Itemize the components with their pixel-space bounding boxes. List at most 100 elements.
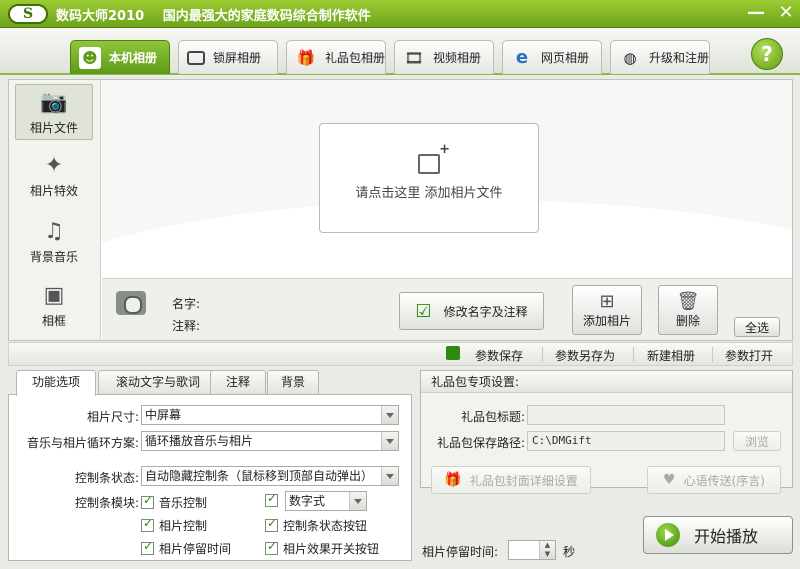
checkbox-checked (141, 516, 154, 532)
tab-scroll-text-lyrics[interactable]: 滚动文字与歌词 (98, 370, 218, 394)
loop-scheme-select[interactable]: 循环播放音乐与相片 (141, 431, 399, 451)
delete-label: 删除 (675, 314, 700, 328)
spinner-arrows-icon[interactable]: ▲ ▼ (539, 541, 555, 559)
nav-label: 背景音乐 (29, 250, 78, 264)
gift-icon: 🎁 (296, 48, 316, 67)
checkbox-label: 相片控制 (159, 519, 208, 533)
nav-item-frame[interactable]: ▣ 相框 (15, 278, 93, 334)
checkbox-checked (141, 493, 154, 509)
tab-upgrade-register[interactable]: ◍ 升级和注册 (610, 40, 710, 74)
chevron-down-icon (381, 467, 398, 485)
add-photo-dropzone[interactable]: 请点击这里 添加相片文件 (319, 123, 539, 233)
edit-icon: ☑ (415, 300, 432, 322)
loop-scheme-label: 音乐与相片循环方案: (26, 436, 139, 450)
status-button-checkbox[interactable]: 控制条状态按钮 (265, 516, 367, 534)
tab-function-options[interactable]: 功能选项 (16, 370, 96, 396)
checkbox-checked (265, 516, 278, 532)
film-icon: 🎞 (404, 48, 424, 67)
help-button[interactable]: ? (751, 38, 783, 70)
new-album-button[interactable]: 新建相册 (647, 347, 695, 364)
checkbox-checked (265, 539, 278, 555)
gift-cover-settings-button[interactable]: 🎁 礼品包封面详细设置 (431, 466, 591, 494)
chevron-down-icon (349, 492, 366, 510)
nav-label: 相片文件 (29, 121, 78, 135)
tab-gift-album[interactable]: 🎁 礼品包相册 (286, 40, 386, 74)
photo-size-select[interactable]: 中屏幕 (141, 405, 399, 425)
photo-stay-time-checkbox[interactable]: 相片停留时间 (141, 539, 232, 557)
browse-button[interactable]: 浏览 (733, 431, 781, 451)
nav-item-photo-files[interactable]: 📷 相片文件 (15, 84, 93, 140)
gift-title-label: 礼品包标题: (460, 410, 525, 424)
music-control-checkbox[interactable]: 音乐控制 (141, 493, 207, 511)
tab-notes[interactable]: 注释 (210, 370, 266, 394)
number-style-select[interactable]: 数字式 (285, 491, 367, 511)
number-style-checkbox[interactable] (265, 491, 283, 507)
control-status-value: 自动隐藏控制条（鼠标移到顶部自动弹出） (145, 469, 374, 483)
gift-settings-header: 礼品包专项设置: (421, 371, 792, 393)
title-bar: S 数码大师2010 国内最强大的家庭数码综合制作软件 — ✕ (0, 0, 800, 28)
tab-label: 礼品包相册 (324, 51, 385, 65)
photo-size-label: 相片尺寸: (86, 410, 139, 424)
effect-toggle-checkbox[interactable]: 相片效果开关按钮 (265, 539, 380, 557)
gift-title-input[interactable] (527, 405, 725, 425)
edit-name-label: 修改名字及注释 (443, 304, 528, 319)
frame-icon: ▣ (43, 282, 65, 308)
toolbar-divider (542, 347, 543, 362)
select-all-button[interactable]: 全选 (734, 317, 780, 337)
play-icon (656, 523, 680, 547)
checkbox-label: 相片效果开关按钮 (283, 542, 380, 556)
number-style-value: 数字式 (289, 494, 326, 508)
dropzone-text: 请点击这里 添加相片文件 (355, 186, 503, 201)
nav-label: 相片特效 (29, 184, 78, 198)
tab-web-album[interactable]: e 网页相册 (502, 40, 602, 74)
stay-time-spinner[interactable]: ▲ ▼ (508, 540, 556, 560)
gift-path-input[interactable]: C:\DMGift (527, 431, 725, 451)
seconds-unit: 秒 (563, 545, 576, 559)
app-name: 数码大师2010 (56, 9, 145, 24)
tab-video-album[interactable]: 🎞 视频相册 (394, 40, 494, 74)
save-as-button[interactable]: 参数另存为 (555, 347, 615, 364)
photo-control-checkbox[interactable]: 相片控制 (141, 516, 208, 534)
add-photo-button[interactable]: ⊞ 添加相片 (572, 285, 642, 335)
tab-lockscreen-album[interactable]: 锁屏相册 (178, 40, 278, 74)
toolbar-divider (712, 347, 713, 362)
add-photo-icon (418, 142, 450, 174)
photo-info-bar: 名字: 注释: ☑ 修改名字及注释 ⊞ 添加相片 🗑 删除 全选 (102, 278, 792, 340)
app-logo: S (8, 4, 48, 24)
nav-item-background-music[interactable]: ♫ 背景音乐 (15, 214, 93, 270)
checkbox-checked (141, 539, 154, 555)
tab-label: 升级和注册 (648, 51, 709, 65)
stay-time-label: 相片停留时间: (422, 545, 499, 559)
person-photo-icon: ☻ (79, 46, 101, 69)
add-photo-label: 添加相片 (582, 314, 631, 328)
tab-background[interactable]: 背景 (267, 370, 319, 394)
message-send-button[interactable]: ♥ 心语传送(序言) (647, 466, 781, 494)
note-label: 注释: (172, 319, 201, 333)
save-params-button[interactable]: 参数保存 (475, 347, 523, 364)
open-params-button[interactable]: 参数打开 (725, 347, 773, 364)
control-status-select[interactable]: 自动隐藏控制条（鼠标移到顶部自动弹出） (141, 466, 399, 486)
trash-icon: 🗑 (676, 291, 700, 312)
camera-icon: 📷 (40, 89, 68, 115)
tab-local-album[interactable]: ☻ 本机相册 (70, 40, 170, 74)
close-button[interactable]: ✕ (775, 3, 797, 25)
loop-scheme-value: 循环播放音乐与相片 (145, 434, 254, 448)
monitor-icon (187, 50, 205, 65)
left-nav: 📷 相片文件 ✦ 相片特效 ♫ 背景音乐 ▣ 相框 (9, 80, 101, 340)
gift-cover-label: 礼品包封面详细设置 (469, 473, 578, 488)
options-body: 相片尺寸: 中屏幕 音乐与相片循环方案: 循环播放音乐与相片 控制条状态: 自动… (8, 394, 412, 561)
minimize-button[interactable]: — (745, 3, 767, 25)
delete-button[interactable]: 🗑 删除 (658, 285, 718, 335)
control-module-label: 控制条模块: (74, 496, 139, 510)
nav-item-photo-effects[interactable]: ✦ 相片特效 (15, 148, 93, 204)
gift-icon: 🎁 (444, 472, 462, 488)
add-photo-icon: ⊞ (599, 291, 615, 312)
chevron-down-icon (381, 406, 398, 424)
camera-icon (116, 291, 146, 315)
checkbox-label: 相片停留时间 (159, 542, 232, 556)
start-play-button[interactable]: 开始播放 (643, 516, 793, 554)
tab-label: 视频相册 (433, 51, 482, 65)
name-label: 名字: (172, 297, 201, 311)
edit-name-button[interactable]: ☑ 修改名字及注释 (399, 292, 544, 330)
save-disk-icon (446, 346, 460, 360)
